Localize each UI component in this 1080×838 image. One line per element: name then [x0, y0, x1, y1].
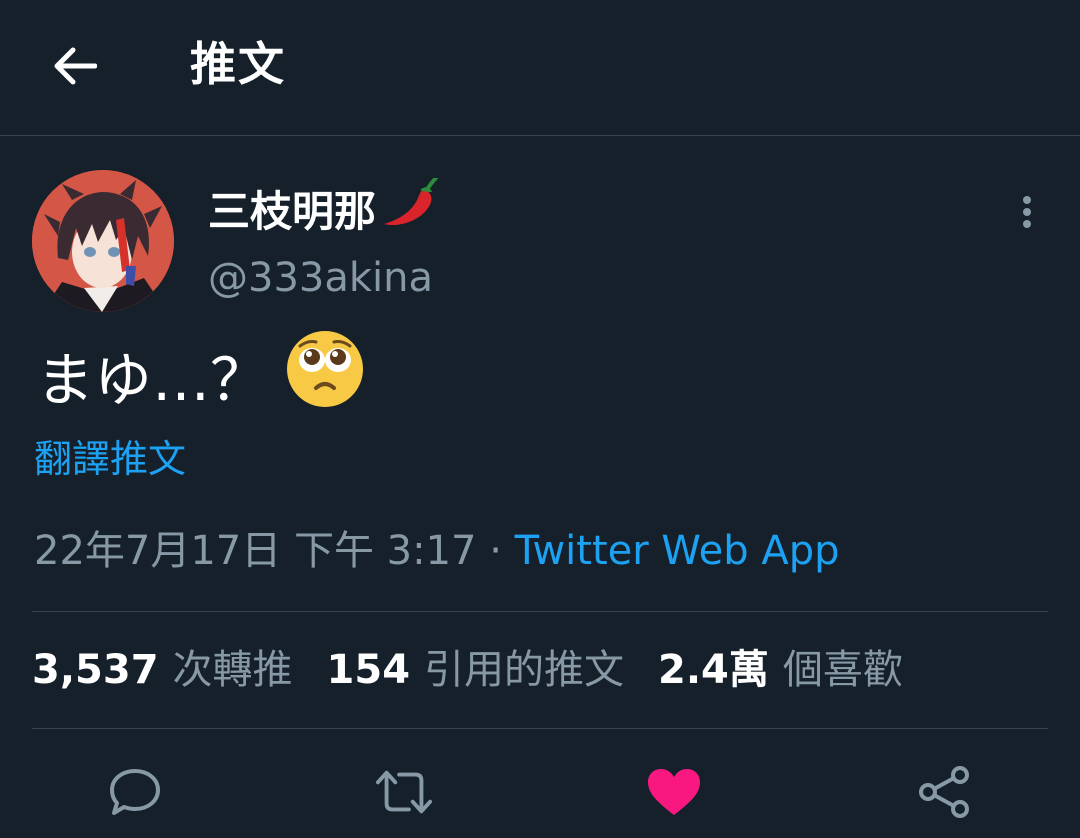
author-handle[interactable]: @333akina [208, 250, 433, 306]
retweet-button[interactable] [374, 762, 434, 822]
translate-tweet-link[interactable]: 翻譯推文 [34, 432, 186, 486]
author-display-name[interactable]: 三枝明那 [208, 176, 439, 245]
page-title: 推文 [190, 37, 286, 91]
display-name-text: 三枝明那 [208, 186, 377, 236]
tweet-body: まゆ…？ [36, 346, 269, 414]
more-options-button[interactable] [1006, 186, 1048, 238]
divider-bottom [32, 728, 1048, 729]
tweet-text: まゆ…？ [36, 330, 364, 430]
engagement-stats: 3,537 次轉推 154 引用的推文 2.4萬 個喜歡 [32, 640, 937, 700]
tweet-source-link[interactable]: Twitter Web App [515, 528, 840, 574]
meta-separator: · [476, 528, 515, 574]
divider-top [32, 611, 1048, 612]
like-button[interactable] [644, 762, 704, 822]
more-vertical-icon [1023, 196, 1031, 228]
tweet-timestamp[interactable]: 22年7月17日 下午 3:17 [34, 528, 477, 574]
retweets-stat[interactable]: 3,537 次轉推 [32, 640, 293, 700]
likes-stat[interactable]: 2.4萬 個喜歡 [658, 640, 903, 700]
retweets-count: 3,537 [32, 647, 159, 693]
reply-button[interactable] [105, 762, 165, 822]
retweet-icon [375, 770, 433, 814]
share-icon [919, 766, 969, 818]
heart-icon [648, 769, 700, 815]
pleading-face-icon [286, 330, 364, 430]
chili-pepper-icon [380, 176, 439, 245]
quotes-count: 154 [326, 647, 411, 693]
back-button[interactable] [38, 30, 110, 102]
tweet-meta: 22年7月17日 下午 3:17 · Twitter Web App [34, 522, 840, 580]
likes-label: 個喜歡 [782, 647, 903, 693]
share-button[interactable] [914, 762, 974, 822]
comment-icon [110, 769, 160, 815]
retweets-label: 次轉推 [172, 647, 293, 693]
arrow-left-icon [54, 47, 97, 85]
quotes-label: 引用的推文 [424, 647, 625, 693]
likes-count: 2.4萬 [658, 647, 769, 693]
avatar[interactable] [32, 170, 174, 312]
top-bar: 推文 [0, 0, 1080, 136]
quotes-stat[interactable]: 154 引用的推文 [327, 640, 625, 700]
avatar-illustration [32, 170, 174, 312]
